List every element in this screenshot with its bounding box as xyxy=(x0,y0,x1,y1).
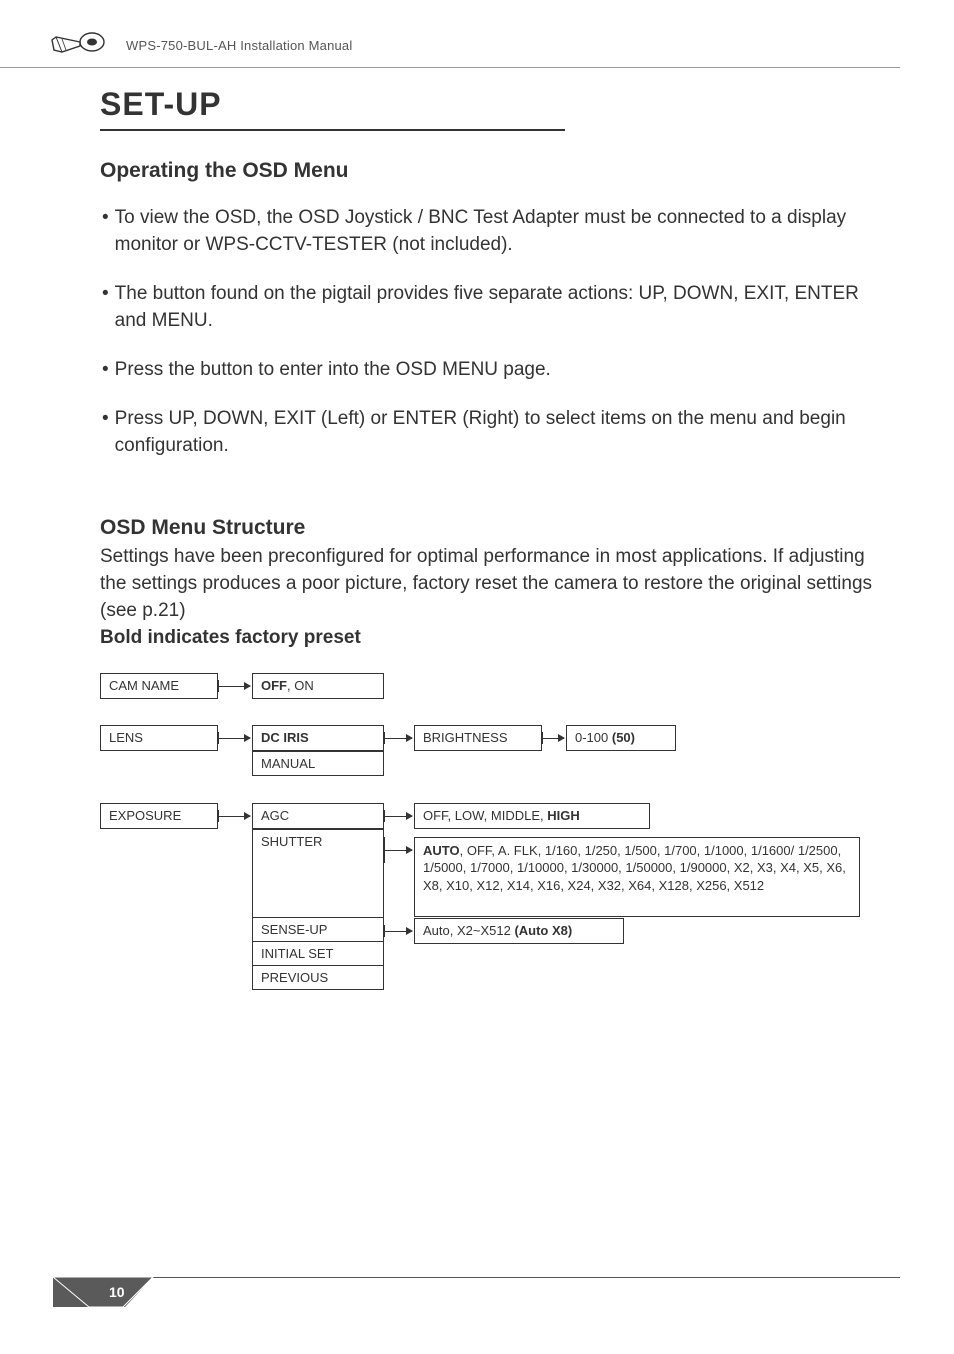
arrow-icon xyxy=(384,738,412,739)
node-cam-name-options: OFF, ON xyxy=(252,673,384,699)
bullet-item: • The button found on the pigtail provid… xyxy=(100,281,886,335)
structure-paragraph: Settings have been preconfigured for opt… xyxy=(100,544,886,625)
bullet-item: • Press the button to enter into the OSD… xyxy=(100,357,886,384)
node-shutter-options: AUTO, OFF, A. FLK, 1/160, 1/250, 1/500, … xyxy=(414,837,860,917)
bullet-dot-icon: • xyxy=(102,205,109,259)
bullet-text: Press UP, DOWN, EXIT (Left) or ENTER (Ri… xyxy=(115,406,886,460)
option-prefix: Auto, X2~X512 xyxy=(423,923,514,938)
node-manual: MANUAL xyxy=(253,751,383,775)
node-exposure: EXPOSURE xyxy=(100,803,218,829)
bullet-dot-icon: • xyxy=(102,406,109,460)
bullet-dot-icon: • xyxy=(102,357,109,384)
page-body: SET-UP Operating the OSD Menu • To view … xyxy=(0,68,954,1093)
node-initial-set: INITIAL SET xyxy=(253,941,383,965)
heading-rule xyxy=(100,129,565,131)
arrow-icon xyxy=(542,738,564,739)
arrow-icon xyxy=(384,816,412,817)
node-lens: LENS xyxy=(100,725,218,751)
node-exposure-subrows: SHUTTER SENSE-UP INITIAL SET PREVIOUS xyxy=(252,829,384,990)
bold-preset-note: Bold indicates factory preset xyxy=(100,627,886,649)
node-label: CAM NAME xyxy=(109,677,179,695)
document-title: WPS-750-BUL-AH Installation Manual xyxy=(126,38,352,53)
node-lens-subrows: MANUAL xyxy=(252,751,384,776)
option-rest: , ON xyxy=(287,678,314,693)
bullet-item: • To view the OSD, the OSD Joystick / BN… xyxy=(100,205,886,259)
arrow-icon xyxy=(384,931,412,932)
node-sense-up: SENSE-UP xyxy=(253,917,383,941)
option-bold: (50) xyxy=(612,730,635,745)
node-label: BRIGHTNESS xyxy=(423,729,508,747)
node-senseup-options: Auto, X2~X512 (Auto X8) xyxy=(414,918,624,944)
node-label: DC IRIS xyxy=(261,729,309,747)
option-bold: OFF xyxy=(261,678,287,693)
osd-menu-diagram: CAM NAME OFF, ON LENS DC IRIS MANUAL BRI… xyxy=(100,673,886,1093)
page-header: WPS-750-BUL-AH Installation Manual xyxy=(0,0,900,68)
node-shutter: SHUTTER xyxy=(253,829,383,917)
node-label: LENS xyxy=(109,729,143,747)
page-number: 10 xyxy=(109,1284,125,1300)
page-number-tab: 10 xyxy=(54,1278,162,1308)
node-brightness-value: 0-100 (50) xyxy=(566,725,676,751)
node-cam-name: CAM NAME xyxy=(100,673,218,699)
footer-rule xyxy=(54,1277,900,1278)
node-previous: PREVIOUS xyxy=(253,965,383,989)
arrow-icon xyxy=(218,816,250,817)
node-dc-iris: DC IRIS xyxy=(252,725,384,751)
option-bold: AUTO xyxy=(423,843,460,858)
section-heading-structure: OSD Menu Structure xyxy=(100,516,886,540)
bullet-text: The button found on the pigtail provides… xyxy=(115,281,886,335)
option-prefix: OFF, LOW, MIDDLE, xyxy=(423,808,547,823)
bullet-text: To view the OSD, the OSD Joystick / BNC … xyxy=(115,205,886,259)
node-brightness: BRIGHTNESS xyxy=(414,725,542,751)
arrow-icon xyxy=(384,850,412,851)
option-rest: , OFF, A. FLK, 1/160, 1/250, 1/500, 1/70… xyxy=(423,843,846,893)
arrow-icon xyxy=(218,686,250,687)
page-heading: SET-UP xyxy=(100,86,886,123)
node-label: EXPOSURE xyxy=(109,807,181,825)
node-label: AGC xyxy=(261,807,289,825)
arrow-icon xyxy=(218,738,250,739)
option-prefix: 0-100 xyxy=(575,730,612,745)
node-agc-options: OFF, LOW, MIDDLE, HIGH xyxy=(414,803,650,829)
option-bold: (Auto X8) xyxy=(514,923,572,938)
brand-logo-icon xyxy=(48,28,106,63)
bullet-text: Press the button to enter into the OSD M… xyxy=(115,357,551,384)
page-footer: 10 xyxy=(54,1277,900,1308)
section-heading-operating: Operating the OSD Menu xyxy=(100,159,886,183)
bullet-item: • Press UP, DOWN, EXIT (Left) or ENTER (… xyxy=(100,406,886,460)
option-bold: HIGH xyxy=(547,808,580,823)
node-agc: AGC xyxy=(252,803,384,829)
bullet-dot-icon: • xyxy=(102,281,109,335)
